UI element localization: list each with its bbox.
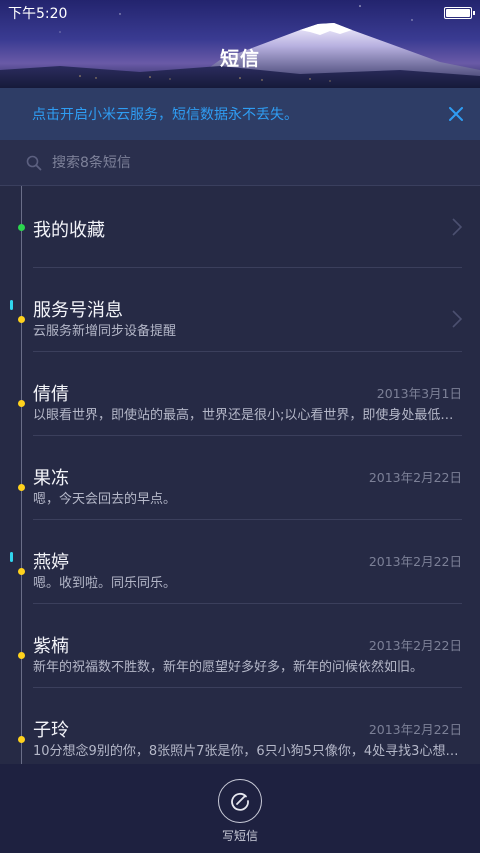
header: 下午5:20 短信 (0, 0, 480, 88)
timeline-dot (18, 652, 25, 659)
unread-marker (10, 300, 13, 310)
compose-button[interactable] (218, 779, 262, 823)
page-title: 短信 (219, 48, 260, 70)
timeline-dot (18, 400, 25, 407)
favorite-dot (18, 224, 25, 231)
message-preview: 10分想念9别的你，8张照片7张是你，6只小狗5只像你，4处寻找3心想你。 (33, 744, 461, 759)
timeline-dot (18, 316, 25, 323)
message-preview: 新年的祝福数不胜数，新年的愿望好多好多，新年的问候依然如旧。 (33, 660, 424, 675)
message-preview: 嗯。收到啦。同乐同乐。 (33, 576, 177, 591)
timeline-dot (18, 484, 25, 491)
battery-level (446, 9, 470, 17)
banner-text[interactable]: 点击开启小米云服务，短信数据永不丢失。 (32, 104, 448, 124)
contact-name: 子玲 (33, 720, 69, 741)
message-date: 2013年2月22日 (368, 554, 462, 569)
conversation-item[interactable]: 燕婷嗯。收到啦。同乐同乐。 2013年2月22日 (10, 520, 462, 604)
bottom-bar: 写短信 (0, 764, 480, 853)
contact-name: 服务号消息 (33, 300, 123, 321)
timeline-dot (18, 736, 25, 743)
conversation-list: 我的收藏服务号消息云服务新增同步设备提醒倩倩以眼看世界，即使站的最高，世界还是很… (0, 186, 480, 772)
message-preview: 嗯，今天会回去的早点。 (33, 492, 177, 507)
message-date: 2013年2月22日 (368, 638, 462, 653)
message-date: 2013年3月1日 (376, 386, 462, 401)
conversation-item[interactable]: 我的收藏 (18, 186, 462, 268)
message-preview: 云服务新增同步设备提醒 (33, 324, 177, 339)
search-icon (26, 155, 42, 170)
battery-icon (444, 7, 475, 19)
compose-label: 写短信 (221, 829, 258, 843)
contact-name: 燕婷 (33, 552, 69, 573)
chevron-right-icon (452, 218, 462, 236)
contact-name: 果冻 (33, 468, 69, 489)
message-date: 2013年2月22日 (368, 470, 462, 485)
search-input[interactable] (52, 154, 454, 171)
conversation-item[interactable]: 子玲 10分想念9别的你，8张照片7张是你，6只小狗5只像你，4处寻找3心想你。 2… (18, 688, 462, 772)
conversation-item[interactable]: 服务号消息云服务新增同步设备提醒 (10, 268, 462, 352)
cloud-service-banner[interactable]: 点击开启小米云服务，短信数据永不丢失。 (0, 88, 480, 140)
compose-icon (231, 792, 249, 811)
unread-marker (10, 552, 13, 562)
close-icon (449, 107, 463, 121)
conversation-item[interactable]: 紫楠新年的祝福数不胜数，新年的愿望好多好多，新年的问候依然如旧。 2013年2月2… (18, 604, 462, 688)
message-date: 2013年2月22日 (368, 722, 462, 737)
timeline-dot (18, 568, 25, 575)
status-bar: 下午5:20 (0, 0, 480, 26)
chevron-right-icon (452, 310, 462, 328)
message-preview: 以眼看世界，即使站的最高，世界还是很小;以心看世界，即使身处最低，世界也是很大。 (33, 408, 461, 423)
contact-name: 我的收藏 (33, 220, 105, 241)
contact-name: 倩倩 (33, 384, 69, 405)
conversation-item[interactable]: 果冻嗯，今天会回去的早点。 2013年2月22日 (18, 436, 462, 520)
status-time: 下午5:20 (8, 6, 68, 22)
contact-name: 紫楠 (33, 636, 69, 657)
conversation-item[interactable]: 倩倩以眼看世界，即使站的最高，世界还是很小;以心看世界，即使身处最低，世界也是很… (18, 352, 462, 436)
banner-close-button[interactable] (444, 102, 468, 126)
search-bar[interactable] (0, 140, 480, 186)
